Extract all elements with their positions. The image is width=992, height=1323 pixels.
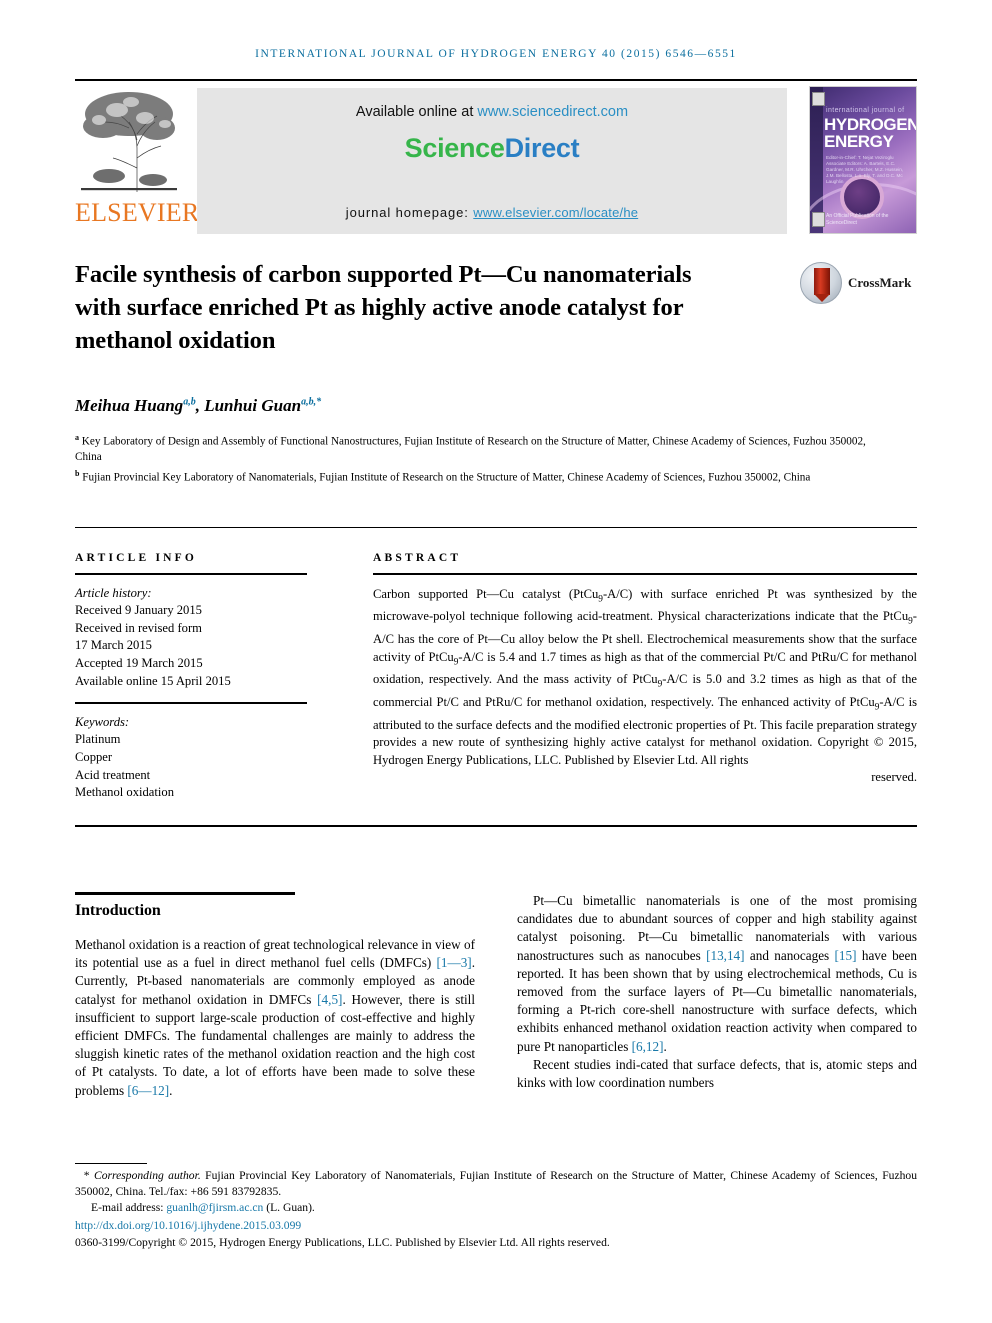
cover-editors: Editor-in-Chief: T. Nejat Veziroglu Asso… — [826, 155, 904, 184]
masthead: ELSEVIER Available online at www.science… — [75, 86, 917, 236]
journal-homepage-line: journal homepage: www.elsevier.com/locat… — [197, 205, 787, 220]
header-rule — [75, 79, 917, 81]
elsevier-wordmark: ELSEVIER — [75, 198, 200, 227]
author-name[interactable]: Meihua Huang — [75, 396, 183, 415]
corresponding-marker: * — [83, 1169, 90, 1182]
article-history-label: Article history: — [75, 585, 152, 600]
author-affiliation-marker: a,b — [183, 396, 196, 408]
journal-homepage-label: journal homepage: — [345, 205, 474, 220]
body-column-left: Introduction Methanol oxidation is a rea… — [75, 892, 475, 1100]
keyword-item: Platinum — [75, 732, 121, 747]
keywords-block: Keywords: Platinum Copper Acid treatment… — [75, 714, 307, 802]
available-online-label: Available online at — [355, 104, 478, 120]
page-footer: * Corresponding author. Fujian Provincia… — [75, 1168, 917, 1251]
article-history: Article history: Received 9 January 2015… — [75, 585, 307, 691]
keywords-label: Keywords: — [75, 714, 130, 729]
sciencedirect-logo-science: Science — [404, 133, 505, 163]
crossmark-icon — [800, 262, 842, 304]
available-online-line: Available online at www.sciencedirect.co… — [197, 104, 787, 120]
keyword-item: Methanol oxidation — [75, 785, 174, 800]
affiliation-item: a Key Laboratory of Design and Assembly … — [75, 430, 875, 466]
article-history-item: Accepted 19 March 2015 — [75, 655, 203, 670]
body-column-right: Pt—Cu bimetallic nanomaterials is one of… — [517, 892, 917, 1092]
intro-paragraph: Methanol oxidation is a reaction of grea… — [75, 937, 475, 1098]
footnote-rule — [75, 1163, 147, 1165]
author-list: Meihua Huanga,b, Lunhui Guana,b,* — [75, 396, 322, 415]
body-paragraph: Pt—Cu bimetallic nanomaterials is one of… — [517, 893, 917, 1054]
sciencedirect-panel: Available online at www.sciencedirect.co… — [197, 88, 787, 234]
email-owner: (L. Guan). — [263, 1201, 315, 1215]
info-section-top-rule — [75, 527, 917, 529]
elsevier-tree-icon — [79, 88, 179, 196]
section-heading-rule — [75, 892, 295, 895]
affiliation-item: b Fujian Provincial Key Laboratory of Na… — [75, 466, 875, 486]
corresponding-author-label: Corresponding author. — [94, 1169, 201, 1182]
article-history-item: 17 March 2015 — [75, 638, 152, 653]
footer-copyright: 0360-3199/Copyright © 2015, Hydrogen Ene… — [75, 1235, 610, 1249]
page-title: Facile synthesis of carbon supported Pt—… — [75, 261, 692, 354]
journal-cover-thumbnail[interactable]: international journal of HYDROGEN ENERGY… — [809, 86, 917, 234]
crossmark-badge[interactable]: CrossMark — [800, 262, 920, 306]
abstract-body: Carbon supported Pt—Cu catalyst (PtCu9-A… — [373, 586, 917, 787]
article-info-divider — [75, 573, 307, 575]
journal-homepage-link[interactable]: www.elsevier.com/locate/he — [473, 205, 638, 220]
email-note: E-mail address: guanlh@fjirsm.ac.cn (L. … — [75, 1200, 917, 1216]
keyword-item: Copper — [75, 749, 113, 764]
sciencedirect-link[interactable]: www.sciencedirect.com — [477, 104, 628, 120]
affiliation-text: Key Laboratory of Design and Assembly of… — [75, 435, 866, 464]
email-address-link[interactable]: guanlh@fjirsm.ac.cn — [166, 1201, 263, 1214]
article-info-section: ARTICLE INFO Article history: Received 9… — [75, 552, 307, 802]
corresponding-author-text: Fujian Provincial Key Laboratory of Nano… — [75, 1169, 917, 1199]
affiliations: a Key Laboratory of Design and Assembly … — [75, 430, 875, 486]
article-history-item: Received in revised form — [75, 620, 202, 635]
author-name[interactable]: Lunhui Guan — [204, 396, 301, 415]
crossmark-ribbon-icon — [814, 268, 830, 302]
cover-footer-text: An Official Publication of the ScienceDi… — [826, 213, 889, 226]
crossmark-label: CrossMark — [848, 275, 912, 290]
article-history-item: Available online 15 April 2015 — [75, 673, 231, 688]
cover-badge-bottom-icon — [812, 212, 825, 227]
running-head: International Journal of Hydrogen Energy… — [255, 48, 737, 60]
abstract-section: ABSTRACT Carbon supported Pt—Cu catalyst… — [373, 552, 917, 786]
section-heading-introduction: Introduction — [75, 902, 161, 919]
cover-title-line2: ENERGY — [824, 132, 894, 151]
abstract-heading: ABSTRACT — [373, 552, 462, 564]
article-history-item: Received 9 January 2015 — [75, 603, 202, 618]
author-affiliation-marker: a,b,* — [301, 396, 322, 408]
affiliation-marker: a — [75, 433, 79, 442]
cover-kicker: international journal of — [826, 107, 905, 114]
affiliation-marker: b — [75, 468, 80, 478]
abstract-bottom-rule — [75, 825, 917, 828]
article-page: International Journal of Hydrogen Energy… — [0, 0, 992, 1323]
email-address-label: E-mail address: — [91, 1201, 167, 1215]
cover-badge-top-icon — [812, 92, 825, 106]
body-paragraph: Recent studies indi-cated that surface d… — [517, 1056, 917, 1091]
keyword-item: Acid treatment — [75, 767, 151, 782]
abstract-divider — [373, 573, 917, 575]
corresponding-author-note: * Corresponding author. Fujian Provincia… — [75, 1168, 917, 1200]
sciencedirect-logo[interactable]: ScienceDirect — [197, 133, 787, 164]
elsevier-logo: ELSEVIER — [75, 86, 200, 236]
affiliation-text: Fujian Provincial Key Laboratory of Nano… — [82, 471, 811, 484]
sciencedirect-logo-direct: Direct — [504, 133, 580, 163]
article-info-heading: ARTICLE INFO — [75, 552, 198, 564]
doi-link[interactable]: http://dx.doi.org/10.1016/j.ijhydene.201… — [75, 1218, 917, 1234]
abstract-copyright-tail: reserved. — [871, 769, 917, 784]
abstract-text: Carbon supported Pt—Cu catalyst (PtCu9-A… — [373, 586, 917, 750]
keywords-divider — [75, 702, 307, 704]
